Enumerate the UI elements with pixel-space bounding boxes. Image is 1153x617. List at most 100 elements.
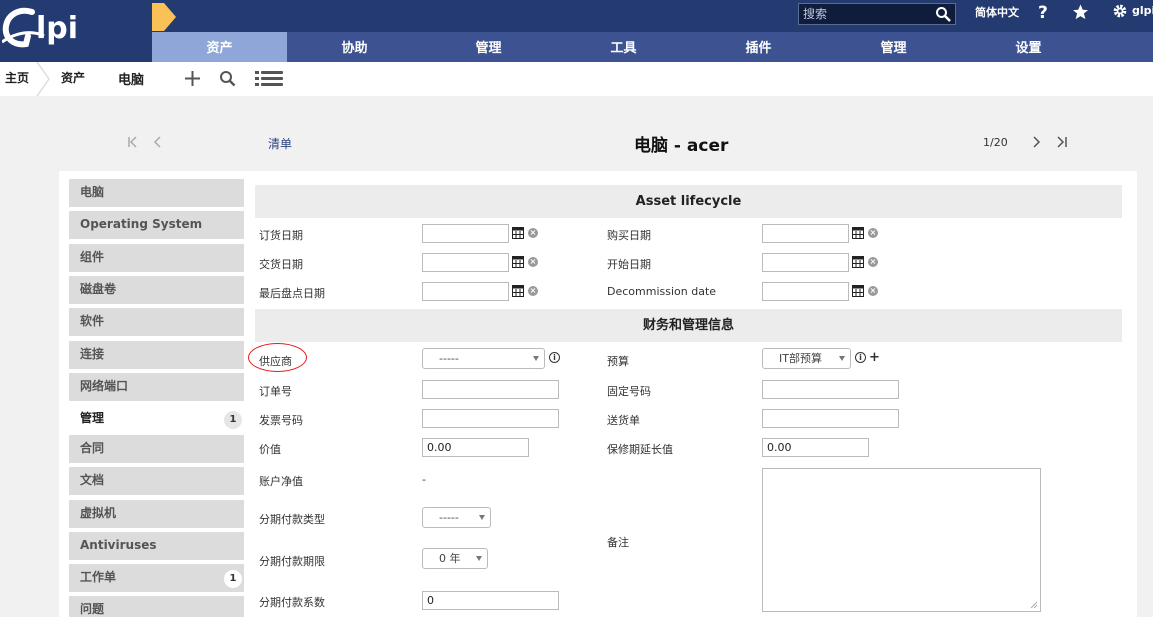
immo-number-label: 固定号码 [607,385,651,398]
help-icon[interactable]: ? [1038,3,1048,23]
user-menu[interactable]: glpi [1132,4,1153,17]
comment-textarea[interactable] [762,468,1041,612]
tab-connections[interactable]: 连接 [69,341,244,369]
section-asset-lifecycle: Asset lifecycle [255,185,1122,218]
supplier-value: ----- [439,352,459,365]
tab-contracts[interactable]: 合同 [69,435,244,463]
amortization-time-select[interactable]: 0 年 [422,548,488,569]
clear-icon[interactable]: × [868,228,878,238]
resize-handle-icon[interactable] [1030,601,1038,609]
list-link[interactable]: 清单 [268,135,292,152]
net-value: - [422,473,426,486]
invoice-field[interactable] [422,409,559,428]
tab-network-ports[interactable]: 网络端口 [69,373,244,401]
glpi-logo[interactable]: lpi [0,0,152,62]
order-number-field[interactable] [422,380,559,399]
info-icon[interactable]: i [855,352,866,363]
add-budget-icon[interactable]: + [869,350,880,365]
section-financial-info: 财务和管理信息 [255,309,1122,342]
page-title: 电脑 - acer [634,136,729,156]
calendar-icon[interactable] [852,255,864,268]
clear-icon[interactable]: × [868,257,878,267]
budget-label: 预算 [607,355,629,368]
delivery-date-field[interactable] [422,253,509,272]
menu-management[interactable]: 管理 [421,32,556,62]
delivery-note-field[interactable] [762,409,899,428]
menu-plugins[interactable]: 插件 [691,32,826,62]
tab-label: 电脑 [80,185,105,199]
next-record-icon[interactable] [1033,136,1041,148]
menu-assistance[interactable]: 协助 [287,32,422,62]
tab-label: 合同 [80,441,105,455]
delivery-note-label: 送货单 [607,414,640,427]
amortization-time-label: 分期付款期限 [259,555,325,568]
tab-volumes[interactable]: 磁盘卷 [69,276,244,304]
menu-setup[interactable]: 设置 [961,32,1096,62]
menu-assets[interactable]: 资产 [152,32,287,62]
tab-software[interactable]: 软件 [69,308,244,336]
calendar-icon[interactable] [852,284,864,297]
info-icon[interactable]: i [549,352,560,363]
calendar-icon[interactable] [512,284,524,297]
inventory-date-field[interactable] [422,282,509,301]
buy-date-field[interactable] [762,224,849,243]
tab-virtual-machines[interactable]: 虚拟机 [69,500,244,528]
add-icon[interactable] [184,70,201,87]
clear-icon[interactable]: × [528,228,538,238]
value-field[interactable]: 0.00 [422,438,529,457]
tab-count-badge: 1 [224,411,242,429]
gear-icon[interactable] [1112,3,1128,19]
breadcrumb-assets[interactable]: 资产 [61,62,85,96]
budget-select[interactable]: IT部预算 [762,348,851,369]
tab-computer[interactable]: 电脑 [69,179,244,207]
star-icon[interactable] [1071,3,1090,21]
tab-label: 软件 [80,314,105,328]
tab-label: 组件 [80,250,105,264]
tab-operating-system[interactable]: Operating System [69,211,244,239]
menu-tools[interactable]: 工具 [556,32,691,62]
start-date-field[interactable] [762,253,849,272]
net-value-label: 账户净值 [259,475,303,488]
previous-record-icon[interactable] [153,136,161,148]
tab-tickets[interactable]: 工作单 1 [69,564,244,592]
warranty-value-field[interactable]: 0.00 [762,438,869,457]
tab-problems[interactable]: 问题 [69,596,244,617]
amortization-coeff-label: 分期付款系数 [259,596,325,609]
amortization-coeff-field[interactable]: 0 [422,591,559,610]
budget-value: IT部预算 [779,352,822,365]
value-label: 价值 [259,443,281,456]
buy-date-label: 购买日期 [607,229,651,242]
search-icon[interactable] [219,70,236,87]
search-input[interactable] [799,4,929,24]
clear-icon[interactable]: × [528,257,538,267]
tab-label: 网络端口 [80,379,129,393]
tab-components[interactable]: 组件 [69,244,244,272]
language-selector[interactable]: 简体中文 [975,4,1019,20]
amortization-type-select[interactable]: ----- [422,507,491,528]
breadcrumb-home[interactable]: 主页 [5,62,29,96]
global-search[interactable] [798,3,956,25]
tab-management[interactable]: 管理 1 [69,405,244,433]
calendar-icon[interactable] [512,226,524,239]
breadcrumb-computers[interactable]: 电脑 [118,65,144,99]
decommission-date-field[interactable] [762,282,849,301]
supplier-select[interactable]: ----- [422,348,545,369]
list-icon[interactable] [255,70,283,86]
search-icon[interactable] [935,6,951,22]
immo-number-field[interactable] [762,380,899,399]
tab-count-badge: 1 [224,570,242,588]
calendar-icon[interactable] [852,226,864,239]
order-date-field[interactable] [422,224,509,243]
clear-icon[interactable]: × [868,286,878,296]
main-menu: 资产 协助 管理 工具 插件 管理 设置 [0,32,1153,62]
last-record-icon[interactable] [1057,136,1067,148]
tab-label: 连接 [80,347,105,361]
order-date-label: 订货日期 [259,229,303,242]
menu-administration[interactable]: 管理 [826,32,961,62]
calendar-icon[interactable] [512,255,524,268]
breadcrumb-current-arrow [164,3,176,31]
tab-antiviruses[interactable]: Antiviruses [69,532,244,560]
tab-documents[interactable]: 文档 [69,467,244,495]
clear-icon[interactable]: × [528,286,538,296]
first-record-icon[interactable] [128,136,138,148]
